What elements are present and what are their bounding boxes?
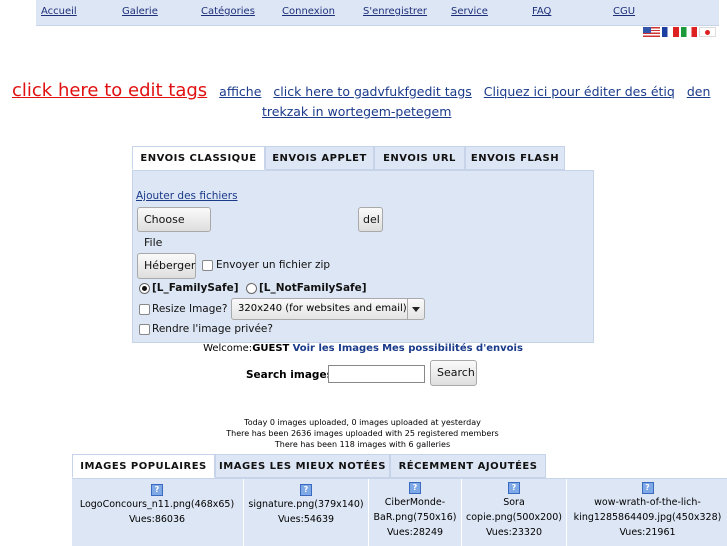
stats-total: There has been 2636 images uploaded with… — [226, 429, 499, 438]
tab-envois-url[interactable]: ENVOIS URL — [374, 146, 465, 170]
search-button[interactable]: Search — [430, 360, 477, 386]
zip-checkbox[interactable] — [202, 260, 213, 271]
tags-line: click here to edit tags affiche click he… — [12, 82, 727, 100]
image-thumbnail-icon[interactable]: ? — [300, 484, 312, 496]
image-thumbnail-icon[interactable]: ? — [409, 482, 421, 494]
host-button[interactable]: Héberger — [137, 253, 196, 279]
view-images-link[interactable]: Voir les Images — [293, 343, 379, 354]
gallery-item[interactable]: ? CiberMonde- BaR.png(750x16) Vues:28249 — [368, 479, 461, 546]
gallery-item[interactable]: ? Sora copie.png(500x200) Vues:23320 — [461, 479, 566, 546]
gallery-item-name: signature.png(379x140) — [248, 499, 364, 510]
image-thumbnail-icon[interactable]: ? — [508, 482, 520, 494]
tab-popular-images[interactable]: IMAGES POPULAIRES — [72, 454, 215, 478]
nav-service[interactable]: Service — [451, 6, 488, 17]
gallery-item-views: Vues:28249 — [386, 527, 444, 538]
gallery-item-name: LogoConcours_n11.png(468x65) — [79, 499, 235, 510]
tag-link-3[interactable]: Cliquez ici pour éditer des étiq — [484, 84, 675, 99]
welcome-bar: Welcome:GUEST Voir les Images Mes possib… — [133, 343, 593, 354]
nav-accueil[interactable]: Accueil — [41, 6, 77, 17]
gallery-item-name-2: king1285864409.jpg(450x328) — [573, 512, 722, 523]
tab-envois-flash[interactable]: ENVOIS FLASH — [465, 146, 565, 170]
upload-options-link[interactable]: Mes possibilités d'envois — [382, 343, 523, 354]
search-input[interactable] — [328, 365, 425, 383]
nav-galerie[interactable]: Galerie — [122, 6, 158, 17]
stats-galleries: There has been 118 images with 6 galleri… — [274, 440, 451, 449]
tab-envois-classique[interactable]: ENVOIS CLASSIQUE — [132, 146, 265, 170]
not-family-safe-radio[interactable] — [246, 283, 257, 294]
tab-envois-applet[interactable]: ENVOIS APPLET — [265, 146, 374, 170]
tag-affiche-link[interactable]: affiche — [219, 84, 261, 99]
family-safe-radio[interactable] — [139, 283, 150, 294]
search-label: Search images: — [246, 369, 338, 381]
tab-top-rated-images[interactable]: IMAGES LES MIEUX NOTÉES — [215, 454, 390, 478]
zip-label: Envoyer un fichier zip — [216, 259, 331, 271]
choose-file-button[interactable]: Choose File — [137, 207, 211, 249]
image-thumbnail-icon[interactable]: ? — [641, 482, 654, 494]
gallery-item[interactable]: ? signature.png(379x140) Vues:54639 — [243, 479, 368, 546]
tab-recently-added[interactable]: RÉCEMMENT AJOUTÉES — [390, 454, 546, 478]
nav-cgu[interactable]: CGU — [613, 6, 635, 17]
gallery-item-views: Vues:21961 — [619, 527, 676, 538]
resize-select-value: 320x240 (for websites and email) — [238, 303, 407, 314]
image-thumbnail-icon[interactable]: ? — [151, 484, 163, 496]
gallery-item-views: Vues:86036 — [128, 514, 186, 525]
add-files-link[interactable]: Ajouter des fichiers — [136, 190, 238, 202]
top-navigation: Accueil Galerie Catégories Connexion S'e… — [36, 0, 719, 26]
japanese-flag-icon[interactable] — [699, 27, 716, 37]
private-checkbox[interactable] — [139, 324, 150, 335]
gallery-item-name-2: copie.png(500x200) — [466, 512, 562, 523]
resize-select[interactable]: 320x240 (for websites and email) — [231, 298, 425, 320]
gallery-item-name-1: CiberMonde- — [384, 497, 446, 508]
family-safe-label: [L_FamilySafe] — [152, 282, 239, 294]
nav-faq[interactable]: FAQ — [532, 6, 551, 17]
private-label: Rendre l'image privée? — [152, 323, 273, 335]
not-family-safe-label: [L_NotFamilySafe] — [259, 282, 367, 294]
gallery-item-views: Vues:23320 — [485, 527, 543, 538]
gallery-item[interactable]: ? wow-wrath-of-the-lich- king1285864409.… — [566, 479, 727, 546]
french-flag-icon[interactable] — [662, 27, 679, 37]
welcome-prefix: Welcome: — [203, 343, 253, 354]
italian-flag-icon[interactable] — [681, 27, 697, 37]
gallery-item[interactable]: ? LogoConcours_n11.png(468x65) Vues:8603… — [72, 479, 242, 546]
welcome-user: GUEST — [252, 343, 290, 354]
popular-images-gallery: ? LogoConcours_n11.png(468x65) Vues:8603… — [72, 478, 727, 546]
gallery-item-name-1: Sora — [503, 497, 525, 508]
gallery-item-name-2: BaR.png(750x16) — [373, 512, 457, 523]
tag-link-5[interactable]: trekzak in wortegem-petegem — [262, 104, 451, 119]
resize-checkbox[interactable] — [139, 304, 150, 315]
nav-categories[interactable]: Catégories — [201, 6, 255, 17]
edit-tags-link[interactable]: click here to edit tags — [12, 80, 207, 101]
gallery-item-views: Vues:54639 — [277, 514, 335, 525]
tag-link-2[interactable]: click here to gadvfukfgedit tags — [273, 84, 471, 99]
stats-today: Today 0 images uploaded, 0 images upload… — [244, 418, 481, 427]
resize-label: Resize Image? — [152, 303, 228, 315]
nav-register[interactable]: S'enregistrer — [363, 6, 427, 17]
chevron-down-icon — [407, 299, 424, 319]
delete-file-button[interactable]: del — [358, 207, 383, 232]
gallery-item-name-1: wow-wrath-of-the-lich- — [594, 497, 701, 508]
english-flag-icon[interactable] — [643, 27, 660, 37]
tag-link-4[interactable]: den — [687, 84, 711, 99]
nav-connexion[interactable]: Connexion — [282, 6, 335, 17]
